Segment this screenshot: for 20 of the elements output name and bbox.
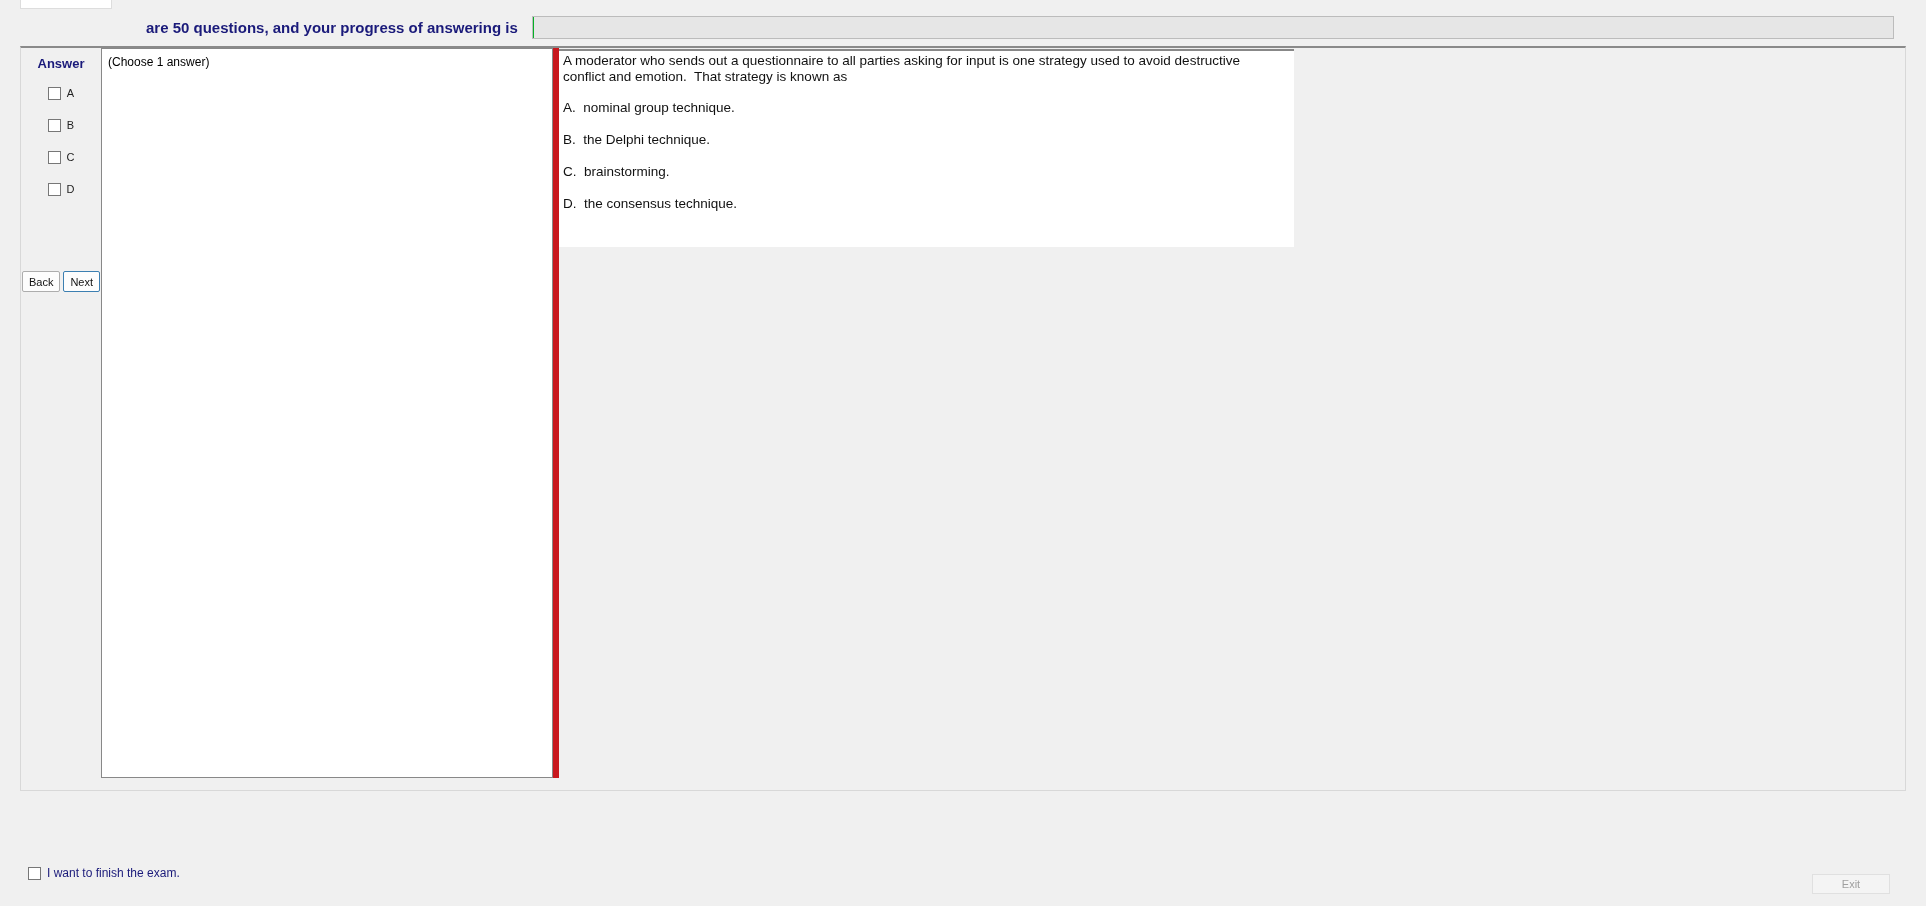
answer-checkbox[interactable] [47, 182, 61, 196]
question-text: A moderator who sends out a questionnaire to all parties asking for input is one strategy used to avoid destructive conflict and emotion. That strategy is known as [563, 53, 1241, 85]
choice-text: D. the consensus technique. [563, 196, 739, 212]
nav-button[interactable]: Back [21, 271, 61, 292]
option-label: A [66, 87, 75, 99]
option-label: B [66, 119, 75, 131]
option-label: C [66, 151, 75, 163]
instruction-text: (Choose 1 answer) [108, 55, 210, 69]
progress-caption: are 50 questions, and your progress of answering is [146, 18, 518, 36]
answer-title: Answer [37, 56, 85, 71]
finish-label: I want to finish the exam. [47, 866, 180, 880]
finish-checkbox[interactable] [28, 866, 41, 880]
answer-checkbox[interactable] [47, 150, 61, 164]
choice-text: A. nominal group technique. [563, 100, 736, 116]
nav-button[interactable]: Next [63, 271, 101, 292]
choice-text: B. the Delphi technique. [563, 132, 712, 148]
answer-checkbox[interactable] [47, 118, 61, 132]
choice-text: C. brainstorming. [563, 164, 671, 180]
option-label: D [66, 183, 75, 195]
answer-checkbox[interactable] [47, 86, 61, 100]
